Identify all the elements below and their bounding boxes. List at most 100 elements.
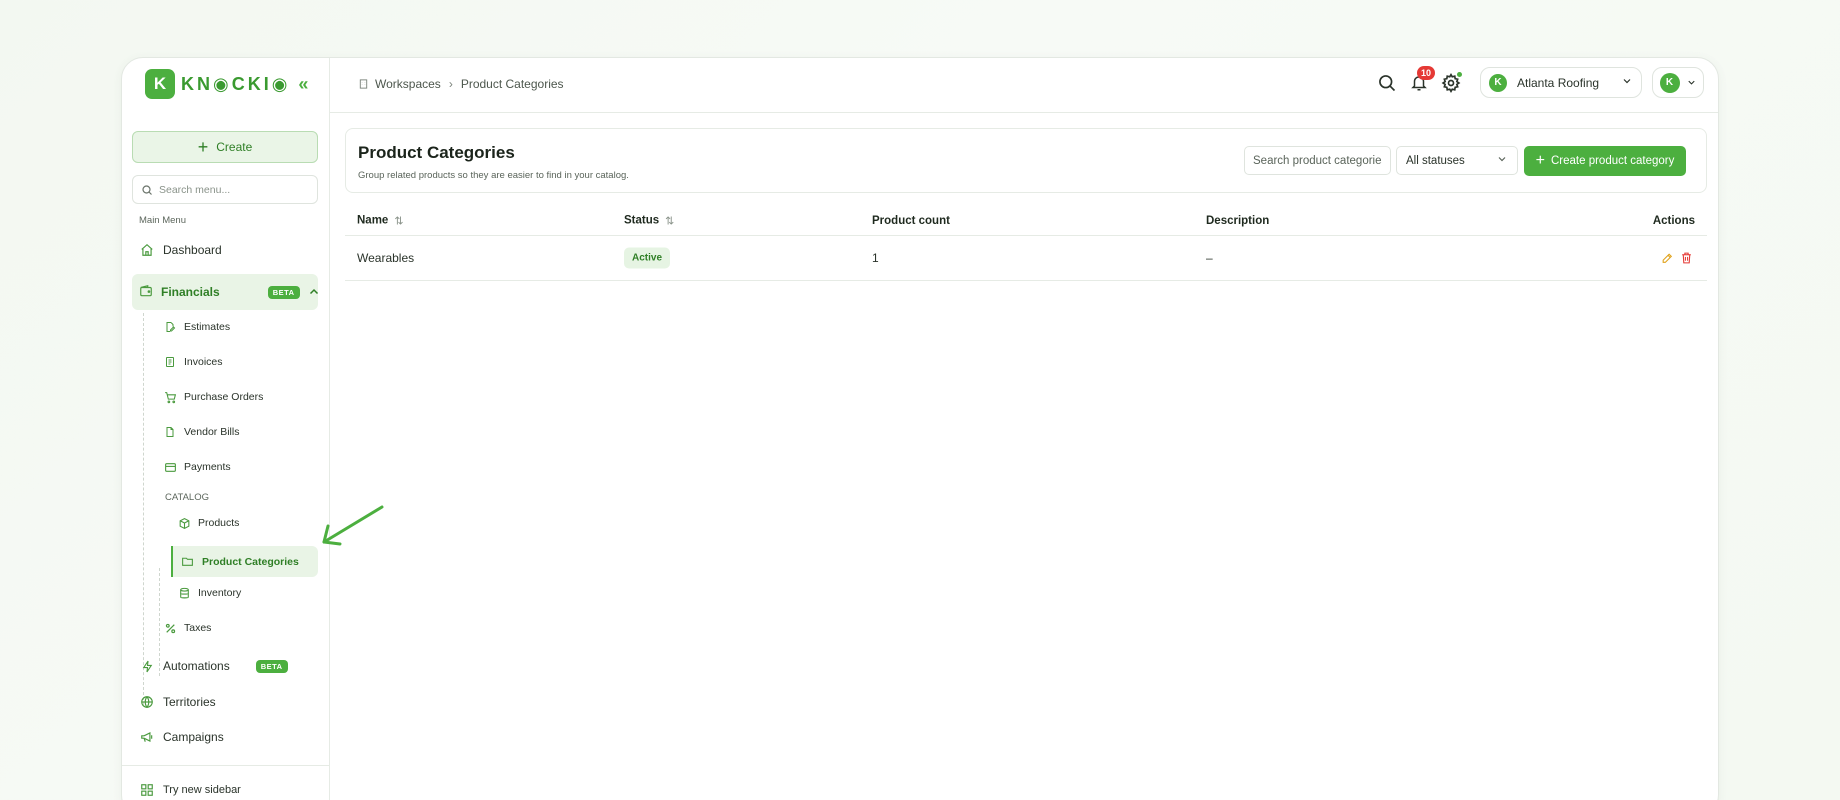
sidebar-item-dashboard[interactable]: Dashboard [139,242,222,258]
search-button[interactable] [1374,70,1400,96]
create-label: Create [216,140,253,154]
tree-line [143,313,144,705]
chevron-right-icon: › [448,77,453,91]
chevron-down-icon [1621,75,1633,90]
logo: K KN◉CKI◉ « [145,68,308,100]
column-actions: Actions [1652,214,1695,227]
create-product-category-button[interactable]: + Create product category [1524,146,1686,176]
column-product-count: Product count [872,214,950,227]
user-menu-button[interactable]: K [1652,67,1704,98]
sidebar-item-invoices[interactable]: Invoices [163,355,223,369]
page-title: Product Categories [358,143,515,162]
vendor-bills-label: Vendor Bills [184,426,240,438]
invoice-icon [163,355,177,369]
purchase-orders-label: Purchase Orders [184,391,264,403]
annotation-arrow-icon [322,505,384,546]
try-new-sidebar[interactable]: Try new sidebar [139,782,241,798]
edit-icon[interactable] [1661,252,1674,265]
chevron-down-icon [1686,77,1697,88]
sidebar-item-financials[interactable]: Financials BETA [132,274,318,310]
delete-icon[interactable] [1680,252,1693,265]
create-button[interactable]: + Create [132,131,318,163]
sort-icon[interactable]: ⇅ [665,214,674,227]
menu-search-input[interactable] [159,183,309,196]
dashboard-label: Dashboard [163,243,222,257]
invoices-label: Invoices [184,356,223,368]
table-header: Name ⇅ Status ⇅ Product count Descriptio… [345,206,1707,236]
sidebar-item-automations[interactable]: Automations BETA [139,658,288,674]
campaigns-label: Campaigns [163,730,224,744]
collapse-sidebar-icon[interactable]: « [298,74,308,95]
taxes-label: Taxes [184,622,212,634]
territories-label: Territories [163,695,216,709]
status-filter-select[interactable]: All statuses [1396,146,1518,175]
breadcrumb-workspaces[interactable]: Workspaces [375,77,441,91]
sidebar-item-product-categories[interactable]: Product Categories [171,546,318,577]
payments-label: Payments [184,461,231,473]
sidebar-item-purchase-orders[interactable]: Purchase Orders [163,390,263,404]
folder-icon [181,555,195,569]
catalog-section-label: CATALOG [165,492,209,503]
megaphone-icon [139,729,155,745]
row-product-count: 1 [872,251,879,265]
menu-search[interactable] [132,175,318,204]
sidebar-item-payments[interactable]: Payments [163,460,231,474]
logo-mark: K [145,69,175,99]
search-product-categories-input[interactable] [1244,146,1391,175]
status-badge: Active [624,247,671,269]
workspace-name: Atlanta Roofing [1517,75,1600,90]
logo-text: KN◉CKI◉ [181,73,291,94]
sidebar-item-taxes[interactable]: Taxes [163,621,211,635]
wallet-icon [139,284,153,300]
column-name-label: Name [357,214,389,227]
column-status-label: Status [624,214,660,227]
percent-icon [163,621,177,635]
sidebar: K KN◉CKI◉ « + Create Main Menu Dashboard… [122,58,330,800]
sidebar-item-territories[interactable]: Territories [139,694,216,710]
sort-icon[interactable]: ⇅ [394,214,403,227]
box-icon [177,516,191,530]
globe-icon [139,694,155,710]
automations-label: Automations [163,659,230,673]
create-product-category-label: Create product category [1550,155,1675,167]
products-label: Products [198,517,240,529]
sidebar-item-inventory[interactable]: Inventory [177,586,241,600]
building-icon [358,78,369,90]
chevron-down-icon [1496,153,1508,168]
layout-grid-icon [139,782,155,798]
home-icon [139,242,155,258]
workspace-logo: K [1489,73,1507,92]
column-name[interactable]: Name ⇅ [357,214,404,228]
credit-card-icon [163,460,177,474]
chevron-up-icon[interactable] [308,286,320,298]
breadcrumb: Workspaces › Product Categories [358,77,564,91]
file-icon [163,425,177,439]
column-status[interactable]: Status ⇅ [624,214,674,228]
settings-button[interactable] [1438,70,1464,96]
sidebar-item-estimates[interactable]: Estimates [163,320,230,334]
sidebar-item-products[interactable]: Products [177,516,239,530]
avatar: K [1659,72,1680,93]
automations-beta-badge: BETA [255,659,288,673]
notifications-button[interactable]: 10 [1406,65,1436,96]
search-icon [142,184,152,195]
top-header: Workspaces › Product Categories 10 K Atl… [330,58,1718,113]
product-categories-label: Product Categories [202,555,299,568]
sidebar-divider [122,765,330,766]
financials-beta-badge: BETA [267,285,300,299]
inventory-label: Inventory [198,587,242,599]
main-menu-label: Main Menu [139,215,186,226]
plus-icon: + [1535,152,1545,169]
app-window: K KN◉CKI◉ « + Create Main Menu Dashboard… [121,57,1719,800]
financials-label: Financials [161,285,220,299]
table-row[interactable]: Wearables Active 1 – [345,236,1707,281]
workspace-selector[interactable]: K Atlanta Roofing [1480,67,1642,98]
sidebar-item-vendor-bills[interactable]: Vendor Bills [163,425,239,439]
sidebar-item-campaigns[interactable]: Campaigns [139,729,224,745]
column-description: Description [1206,214,1270,227]
database-icon [177,586,191,600]
edit-doc-icon [163,320,177,334]
try-new-sidebar-label: Try new sidebar [163,784,241,796]
product-categories-table: Name ⇅ Status ⇅ Product count Descriptio… [345,206,1707,281]
row-actions [1655,252,1693,265]
